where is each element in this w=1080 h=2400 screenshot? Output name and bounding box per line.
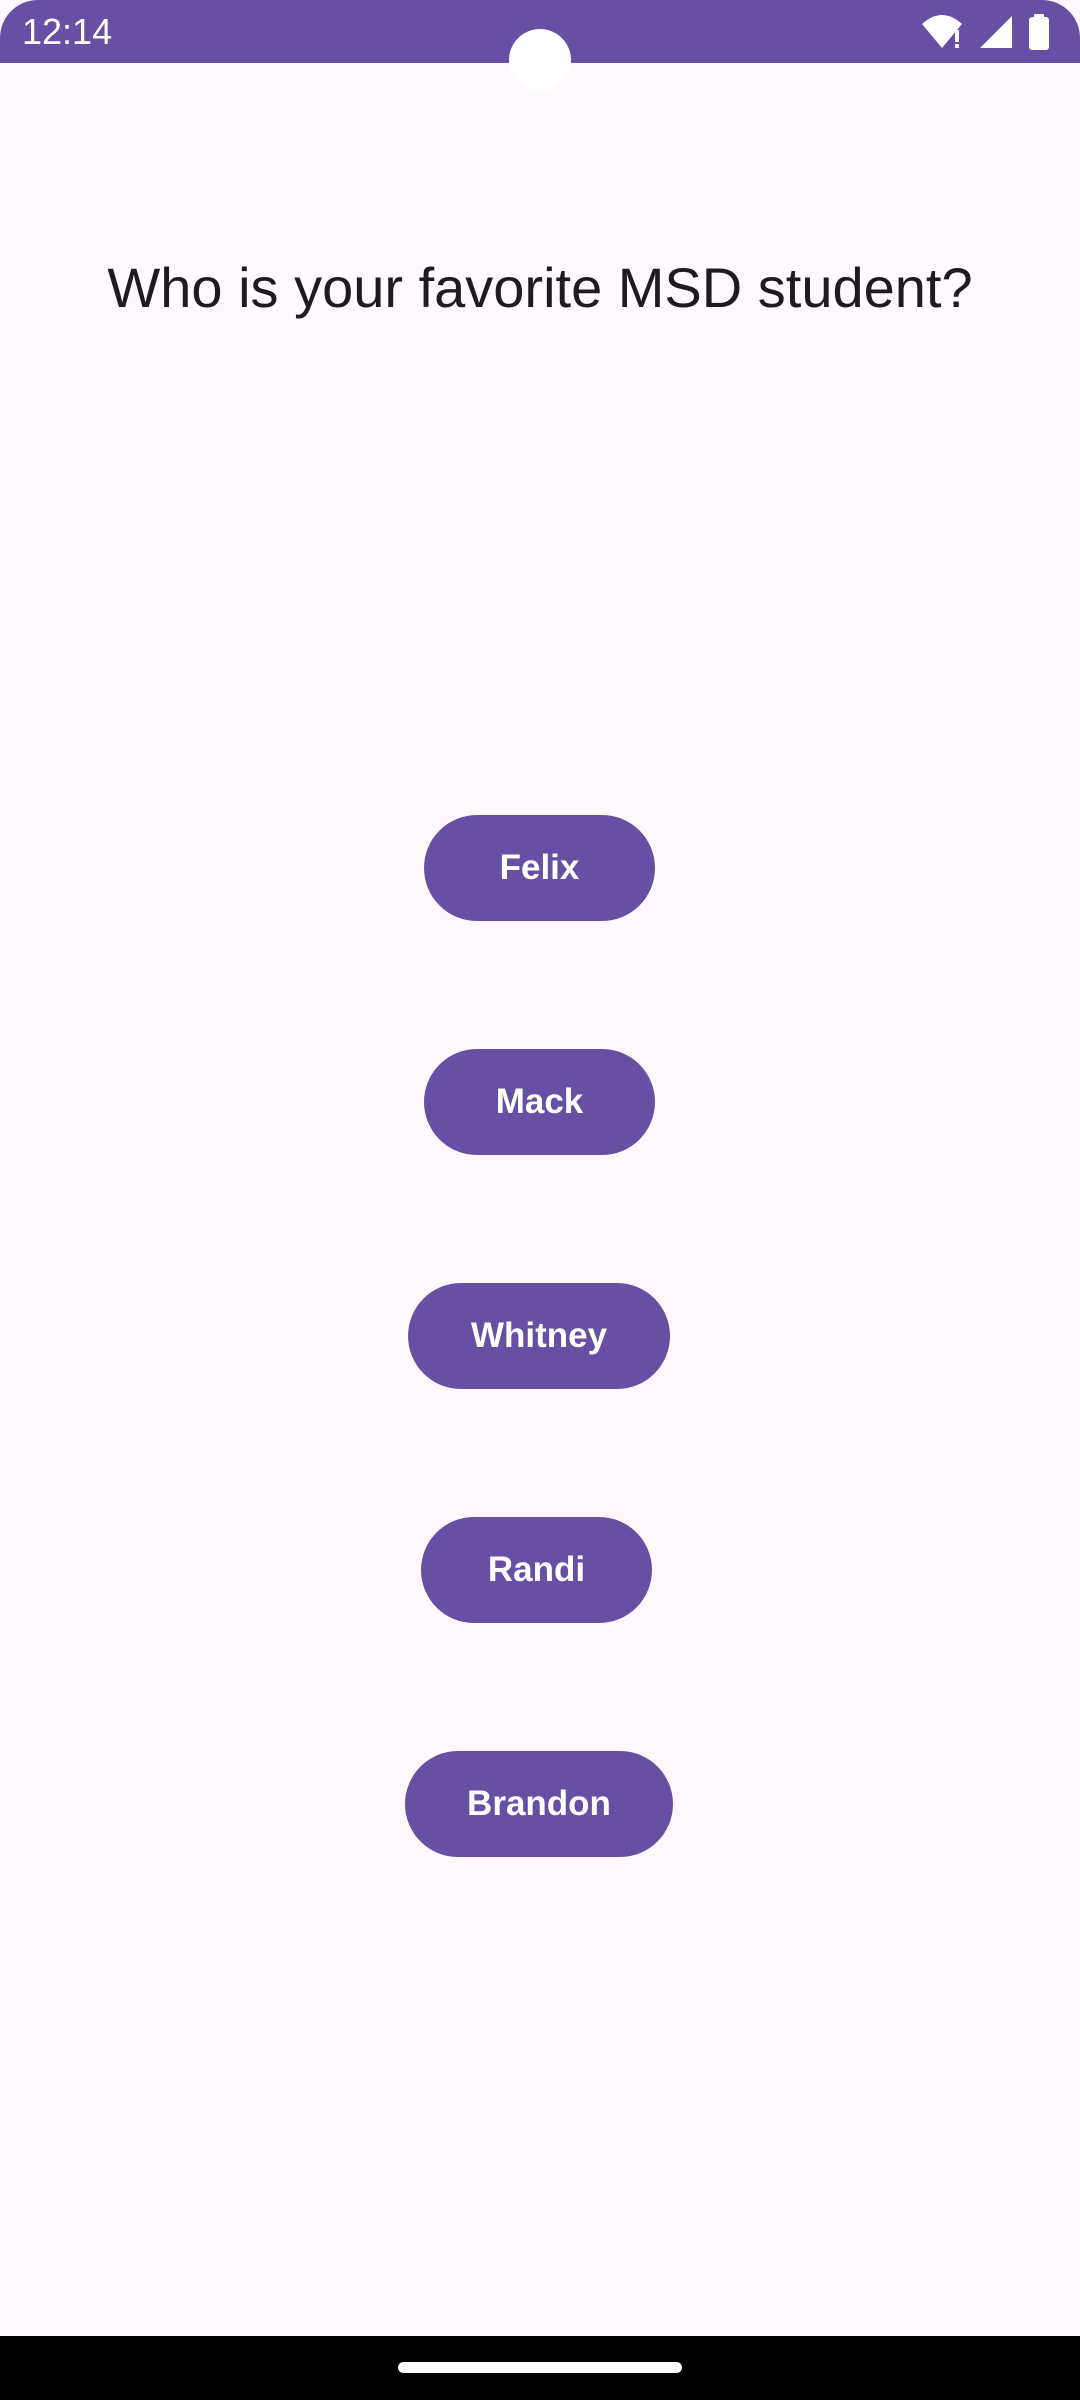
choice-button-felix[interactable]: Felix [424,815,655,921]
battery-icon [1028,12,1050,52]
choice-button-whitney[interactable]: Whitney [408,1283,670,1389]
choice-button-randi[interactable]: Randi [421,1517,652,1623]
question-title: Who is your favorite MSD student? [107,256,973,319]
status-time: 12:14 [22,11,113,52]
choice-button-brandon[interactable]: Brandon [405,1751,673,1857]
camera-cutout [509,29,571,91]
home-gesture-handle[interactable] [398,2362,682,2373]
status-icons [920,12,1050,52]
choice-button-mack[interactable]: Mack [424,1049,655,1155]
cell-signal-icon [978,12,1014,52]
wifi-icon [920,12,964,52]
